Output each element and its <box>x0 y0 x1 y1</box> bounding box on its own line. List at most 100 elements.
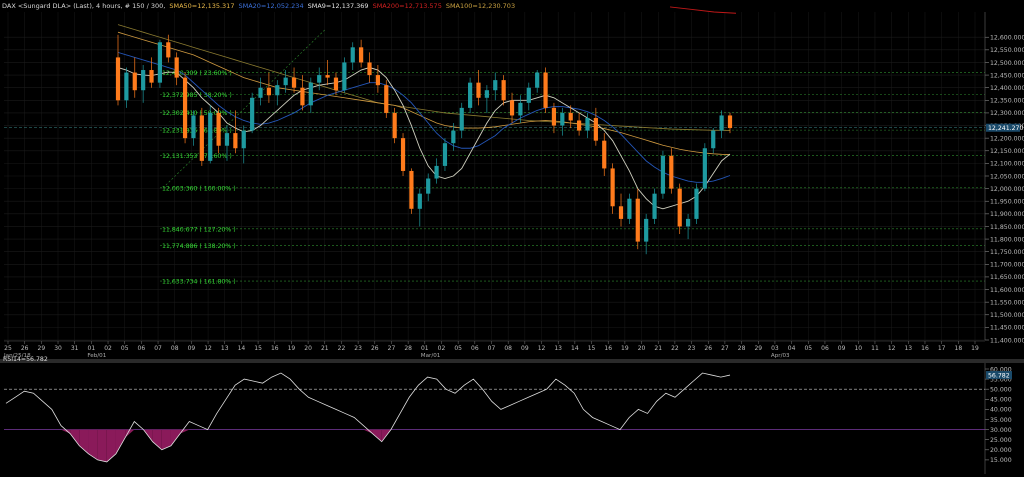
rsi-oversold-fill <box>115 429 126 454</box>
x-month-label: Mar/01 <box>421 353 441 359</box>
x-tick-label: 19 <box>288 345 296 352</box>
x-tick-label: 02 <box>104 345 112 352</box>
x-tick-label: 21 <box>321 345 329 352</box>
rsi-y-tick-label: 30.000 <box>990 427 1012 434</box>
candle-body <box>434 165 439 179</box>
sma200-line <box>669 6 737 14</box>
y-tick-label: 11,700.000 <box>990 262 1024 269</box>
candle-body <box>644 218 649 242</box>
last-price-label: 12,241.270 <box>988 125 1023 132</box>
y-tick-label: 11,500.000 <box>990 312 1024 319</box>
candle-body <box>426 178 431 194</box>
x-tick-label: 05 <box>454 345 462 352</box>
x-tick-label: 02 <box>438 345 446 352</box>
x-tick-label: 14 <box>238 345 246 352</box>
x-tick-label: 11 <box>871 345 879 352</box>
candle-body <box>518 102 523 116</box>
candle-body <box>199 115 204 161</box>
candle-body <box>359 47 364 63</box>
candle-body <box>602 140 607 169</box>
y-tick-label: 11,750.000 <box>990 249 1024 256</box>
y-tick-label: 12,000.000 <box>990 186 1024 193</box>
candle-body <box>509 100 515 116</box>
rsi-y-tick-label: 50.000 <box>990 387 1012 394</box>
y-tick-label: 11,400.000 <box>990 337 1024 344</box>
x-tick-label: 04 <box>788 345 796 352</box>
x-tick-label: 26 <box>371 345 379 352</box>
x-tick-label: 30 <box>54 345 62 352</box>
candle-body <box>157 42 163 83</box>
candle-body <box>149 70 154 83</box>
x-tick-label: 07 <box>488 345 496 352</box>
x-tick-label: 13 <box>221 345 229 352</box>
x-tick-label: 06 <box>821 345 829 352</box>
candle-body <box>275 85 280 96</box>
candle-body <box>333 77 339 91</box>
candle-body <box>115 57 121 101</box>
x-tick-label: 17 <box>938 345 946 352</box>
candle-body <box>258 87 263 98</box>
x-tick-label: 19 <box>971 345 979 352</box>
candle-body <box>367 62 372 76</box>
x-tick-label: 27 <box>721 345 729 352</box>
rsi-oversold-fill <box>363 429 373 434</box>
rsi-y-tick-label: 25.000 <box>990 437 1012 444</box>
candle-body <box>250 97 255 131</box>
x-tick-label: 23 <box>354 345 362 352</box>
candle-body <box>702 148 707 189</box>
rsi-y-tick-label: 45.000 <box>990 397 1012 404</box>
x-tick-label: 06 <box>138 345 146 352</box>
y-tick-label: 12,100.000 <box>990 161 1024 168</box>
y-tick-label: 11,550.000 <box>990 299 1024 306</box>
rsi-y-tick-label: 35.000 <box>990 417 1012 424</box>
candle-body <box>141 70 146 91</box>
candle-body <box>451 130 456 144</box>
pane-separator <box>0 359 1024 363</box>
candle-body <box>400 138 406 171</box>
candle-body <box>568 112 573 121</box>
x-tick-label: 29 <box>754 345 762 352</box>
y-tick-label: 12,350.000 <box>990 98 1024 105</box>
candle-body <box>660 155 666 194</box>
rsi-oversold-fill <box>88 429 98 460</box>
x-tick-label: 20 <box>304 345 312 352</box>
x-tick-label: 14 <box>571 345 579 352</box>
y-tick-label: 12,450.000 <box>990 72 1024 79</box>
candle-body <box>493 80 498 91</box>
candle-body <box>442 143 448 166</box>
candle-body <box>727 115 733 129</box>
candle-body <box>685 218 691 227</box>
fib-level-label: 11,840.677 ( 127.20% ) <box>162 226 236 233</box>
x-tick-label: 08 <box>171 345 179 352</box>
fib-level-label: 11,774.886 ( 138.20% ) <box>162 243 236 250</box>
y-tick-label: 12,400.000 <box>990 85 1024 92</box>
candle-body <box>576 120 582 131</box>
y-tick-label: 12,150.000 <box>990 148 1024 155</box>
candle-body <box>208 112 213 161</box>
candle-body <box>677 188 682 227</box>
x-tick-label: 26 <box>21 345 29 352</box>
x-month-label: Feb/01 <box>87 353 106 359</box>
y-tick-label: 11,800.000 <box>990 236 1024 243</box>
rsi-y-tick-label: 15.000 <box>990 457 1012 464</box>
x-tick-label: 08 <box>504 345 512 352</box>
candle-body <box>669 155 674 189</box>
candle-body <box>551 107 557 126</box>
candle-body <box>535 72 540 88</box>
rsi-y-tick-label: 40.000 <box>990 407 1012 414</box>
x-tick-label: 26 <box>704 345 712 352</box>
fib-level-label: 12,460.309 ( 23.60% ) <box>162 70 232 77</box>
x-tick-label: 09 <box>521 345 529 352</box>
y-tick-label: 12,500.000 <box>990 60 1024 67</box>
candle-body <box>526 87 531 103</box>
rsi-oversold-fill <box>97 429 107 462</box>
candle-body <box>543 72 548 108</box>
candle-body <box>300 87 305 106</box>
candlestick-chart[interactable]: 12,460.309 ( 23.60% ) 12,372.985 ( 38.20%… <box>0 0 1024 477</box>
y-tick-label: 11,650.000 <box>990 274 1024 281</box>
rsi-oversold-fill <box>372 429 382 442</box>
x-tick-label: 12 <box>888 345 896 352</box>
candle-body <box>325 75 330 78</box>
candle-body <box>166 42 171 58</box>
candle-body <box>182 77 188 139</box>
